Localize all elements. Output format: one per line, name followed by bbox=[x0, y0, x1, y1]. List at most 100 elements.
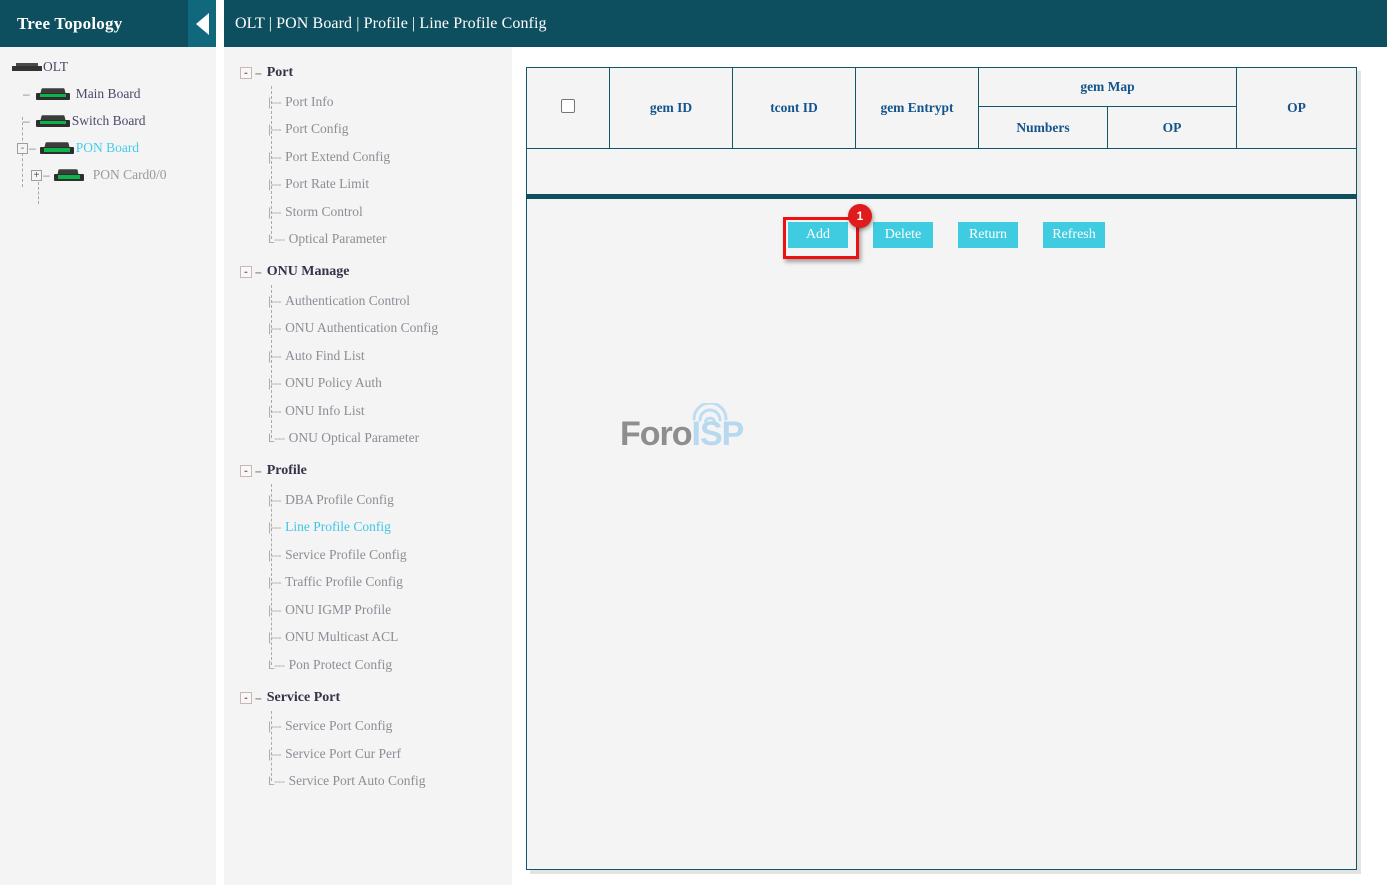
nav-item-onu-info-list[interactable]: |---ONU Info List bbox=[224, 397, 512, 425]
col-header-gem-map: gem Map bbox=[979, 68, 1237, 107]
select-all-cell bbox=[527, 68, 610, 149]
tree-node-label-switch-board: Switch Board bbox=[71, 113, 146, 129]
nav-item-onu-policy-auth[interactable]: |--- ONU Policy Auth bbox=[224, 370, 512, 398]
delete-button[interactable]: Delete bbox=[873, 222, 933, 248]
nav-item-onu-multicast-acl[interactable]: |--- ONU Multicast ACL bbox=[224, 624, 512, 652]
tree-node-switch-board[interactable]: – Switch Board bbox=[0, 108, 216, 134]
nav-item-authentication-control[interactable]: |---Authentication Control bbox=[224, 287, 512, 315]
nav-item-label: ONU Info List bbox=[285, 403, 365, 419]
nav-connector-tee: |--- bbox=[268, 177, 281, 191]
navigation-menu-panel: - – Port |--- Port Info |---Port Config |… bbox=[224, 47, 512, 885]
nav-group-label-service-port: Service Port bbox=[267, 690, 340, 706]
nav-item-label: Port Info bbox=[285, 94, 333, 110]
nav-group-header-port[interactable]: - – Port bbox=[224, 60, 512, 86]
tree-connector-dash: – bbox=[28, 141, 37, 155]
breadcrumb-bar: OLT | PON Board | Profile | Line Profile… bbox=[224, 0, 1387, 47]
nav-item-label: Service Port Config bbox=[285, 718, 392, 734]
nav-item-onu-authentication-config[interactable]: |--- ONU Authentication Config bbox=[224, 315, 512, 343]
nav-group-header-onu-manage[interactable]: - – ONU Manage bbox=[224, 259, 512, 285]
nav-connector-tee: |--- bbox=[268, 630, 281, 644]
nav-item-label: ONU Policy Auth bbox=[285, 375, 382, 391]
nav-collapse-toggle-onu-manage[interactable]: - bbox=[240, 266, 252, 278]
nav-items-onu-manage: |---Authentication Control |--- ONU Authe… bbox=[224, 285, 512, 452]
nav-connector-tee: |--- bbox=[268, 321, 281, 335]
refresh-button[interactable]: Refresh bbox=[1043, 222, 1105, 248]
nav-item-label: Storm Control bbox=[285, 204, 363, 220]
tree-node-pon-board[interactable]: - – PON Board bbox=[0, 135, 216, 161]
nav-item-label: Traffic Profile Config bbox=[285, 574, 403, 590]
tree-node-label-pon-card: PON Card0/0 bbox=[92, 167, 167, 183]
left-triangle-glyph bbox=[196, 13, 209, 35]
tree-node-pon-card[interactable]: + – PON Card0/0 bbox=[0, 162, 216, 188]
nav-connector-elbow: L--- bbox=[268, 658, 285, 672]
nav-group-service-port: - – Service Port |---Service Port Config… bbox=[224, 685, 512, 796]
watermark-foro: Foro bbox=[620, 415, 692, 453]
nav-item-traffic-profile-config[interactable]: |---Traffic Profile Config bbox=[224, 569, 512, 597]
nav-group-label-onu-manage: ONU Manage bbox=[267, 264, 350, 280]
nav-item-port-info[interactable]: |--- Port Info bbox=[224, 88, 512, 116]
col-header-gem-encrypt: gem Entrypt bbox=[856, 68, 979, 149]
nav-item-service-port-config[interactable]: |---Service Port Config bbox=[224, 713, 512, 741]
tree-topology-title: Tree Topology bbox=[0, 14, 122, 34]
tree-node-olt[interactable]: OLT bbox=[0, 54, 216, 80]
nav-connector-tee: |--- bbox=[268, 95, 281, 109]
board-icon bbox=[36, 88, 70, 101]
nav-item-onu-igmp-profile[interactable]: |---ONU IGMP Profile bbox=[224, 596, 512, 624]
line-profile-panel bbox=[526, 67, 1357, 870]
nav-group-profile: - – Profile |---DBA Profile Config |---L… bbox=[224, 458, 512, 679]
nav-collapse-toggle-port[interactable]: - bbox=[240, 67, 252, 79]
nav-item-auto-find-list[interactable]: |---Auto Find List bbox=[224, 342, 512, 370]
panel-separator-bottom bbox=[0, 885, 1387, 892]
tree-node-main-board[interactable]: – Main Board bbox=[0, 81, 216, 107]
nav-connector-tee: |--- bbox=[268, 493, 281, 507]
nav-connector-tee: |--- bbox=[268, 205, 281, 219]
nav-item-optical-parameter[interactable]: L---Optical Parameter bbox=[224, 226, 512, 254]
nav-connector-elbow: L--- bbox=[268, 431, 285, 445]
nav-items-port: |--- Port Info |---Port Config |---Port E… bbox=[224, 86, 512, 253]
nav-item-service-port-auto-config[interactable]: L--- Service Port Auto Config bbox=[224, 768, 512, 796]
nav-item-label: Line Profile Config bbox=[285, 519, 391, 535]
nav-connector-tee: |--- bbox=[268, 349, 281, 363]
tree-expand-toggle-pon-card[interactable]: + bbox=[31, 170, 42, 181]
nav-item-label: Port Rate Limit bbox=[285, 176, 369, 192]
nav-item-onu-optical-parameter[interactable]: L---ONU Optical Parameter bbox=[224, 425, 512, 453]
wifi-arcs-icon bbox=[688, 403, 732, 423]
nav-item-port-config[interactable]: |---Port Config bbox=[224, 116, 512, 144]
tree-connector-dash: – bbox=[22, 87, 31, 101]
tree-collapse-toggle-pon-board[interactable]: - bbox=[17, 143, 28, 154]
nav-connector-tee: |--- bbox=[268, 376, 281, 390]
delete-button-wrapper: Delete bbox=[873, 222, 933, 248]
nav-item-port-rate-limit[interactable]: |--- Port Rate Limit bbox=[224, 171, 512, 199]
col-header-gem-map-numbers: Numbers bbox=[979, 107, 1108, 149]
step-badge-1: 1 bbox=[848, 204, 872, 228]
nav-group-header-service-port[interactable]: - – Service Port bbox=[224, 685, 512, 711]
nav-item-label: ONU Authentication Config bbox=[285, 320, 438, 336]
nav-item-label: Service Port Auto Config bbox=[289, 773, 426, 789]
refresh-button-wrapper: Refresh bbox=[1043, 222, 1105, 248]
nav-item-port-extend-config[interactable]: |---Port Extend Config bbox=[224, 143, 512, 171]
tree-topology-body: OLT – Main Board – Switch Board - bbox=[0, 47, 216, 885]
nav-item-line-profile-config[interactable]: |---Line Profile Config bbox=[224, 514, 512, 542]
nav-item-label: Pon Protect Config bbox=[289, 657, 393, 673]
nav-item-dba-profile-config[interactable]: |---DBA Profile Config bbox=[224, 486, 512, 514]
tree-node-label-pon-board: PON Board bbox=[75, 140, 139, 156]
nav-collapse-toggle-profile[interactable]: - bbox=[240, 465, 252, 477]
action-toolbar: Add 1 Delete Return Refresh bbox=[512, 222, 1387, 248]
col-header-tcont-id: tcont ID bbox=[733, 68, 856, 149]
nav-item-pon-protect-config[interactable]: L--- Pon Protect Config bbox=[224, 651, 512, 679]
nav-group-header-profile[interactable]: - – Profile bbox=[224, 458, 512, 484]
nav-collapse-toggle-service-port[interactable]: - bbox=[240, 692, 252, 704]
add-button[interactable]: Add bbox=[788, 222, 848, 248]
tree-topology-panel: Tree Topology OLT – Main bbox=[0, 0, 216, 885]
board-icon bbox=[54, 169, 88, 182]
tree-connector-dash: – bbox=[22, 114, 31, 128]
board-icon bbox=[40, 142, 74, 155]
nav-connector-elbow: L--- bbox=[268, 774, 285, 788]
nav-item-service-port-cur-perf[interactable]: |---Service Port Cur Perf bbox=[224, 740, 512, 768]
nav-item-label: ONU Multicast ACL bbox=[285, 629, 398, 645]
return-button[interactable]: Return bbox=[958, 222, 1018, 248]
collapse-left-arrow-icon[interactable] bbox=[188, 0, 216, 47]
nav-item-storm-control[interactable]: |--- Storm Control bbox=[224, 198, 512, 226]
nav-item-service-profile-config[interactable]: |---Service Profile Config bbox=[224, 541, 512, 569]
select-all-checkbox[interactable] bbox=[561, 99, 575, 113]
